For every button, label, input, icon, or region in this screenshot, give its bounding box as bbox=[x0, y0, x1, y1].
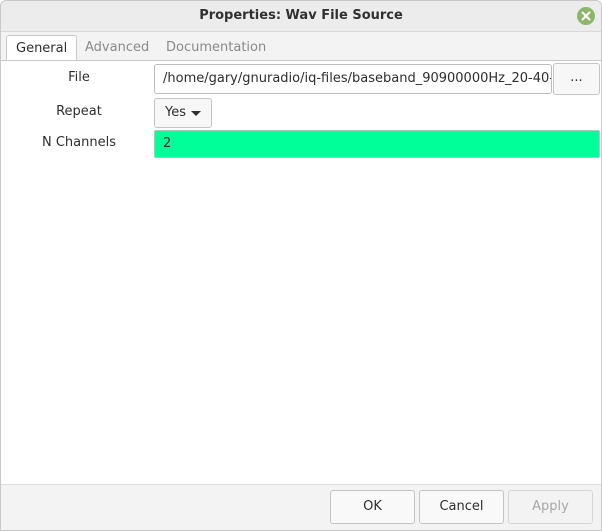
title-bar: Properties: Wav File Source bbox=[1, 1, 601, 32]
repeat-selected-value: Yes bbox=[165, 105, 186, 120]
browse-button[interactable]: ... bbox=[553, 63, 600, 95]
file-label: File bbox=[68, 70, 90, 85]
dialog-title: Properties: Wav File Source bbox=[199, 8, 403, 23]
n-channels-label: N Channels bbox=[41, 135, 116, 150]
dialog-button-bar: OK Cancel Apply bbox=[1, 484, 601, 530]
repeat-dropdown[interactable]: Yes bbox=[154, 98, 212, 128]
cancel-button[interactable]: Cancel bbox=[419, 490, 504, 524]
properties-dialog: Properties: Wav File Source General Adva… bbox=[0, 0, 602, 531]
file-path-input[interactable]: /home/gary/gnuradio/iq-files/baseband_90… bbox=[154, 64, 552, 94]
general-tab-panel: File /home/gary/gnuradio/iq-files/baseba… bbox=[1, 60, 601, 484]
tab-advanced[interactable]: Advanced bbox=[85, 37, 149, 59]
tab-bar: General Advanced Documentation bbox=[1, 32, 601, 62]
close-button[interactable] bbox=[577, 7, 595, 25]
tab-documentation[interactable]: Documentation bbox=[166, 37, 266, 59]
tab-general[interactable]: General bbox=[6, 35, 78, 62]
repeat-label: Repeat bbox=[56, 104, 102, 119]
apply-button[interactable]: Apply bbox=[508, 490, 593, 524]
close-icon bbox=[581, 11, 591, 21]
dropdown-arrow-icon bbox=[191, 111, 201, 116]
n-channels-input[interactable]: 2 bbox=[154, 130, 600, 158]
ok-button[interactable]: OK bbox=[330, 490, 415, 524]
